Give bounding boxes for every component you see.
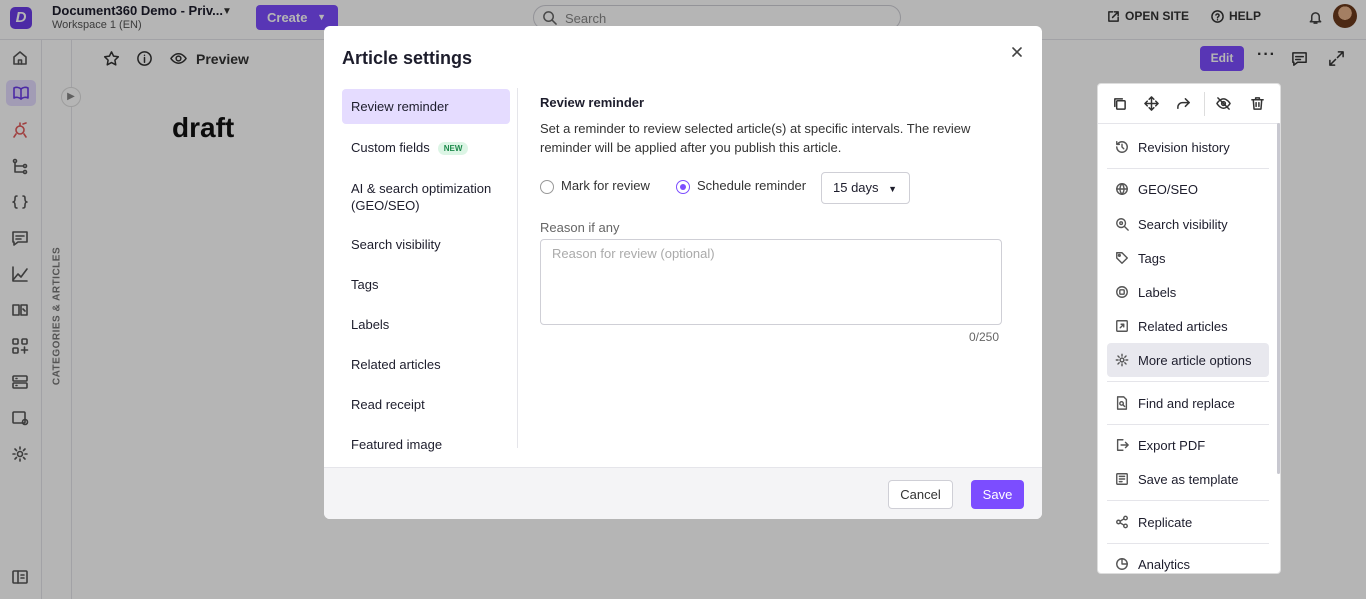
menu-item-label: Labels [1138,284,1177,300]
nav-labels[interactable]: Labels [342,317,510,332]
article-options-menu: Revision history GEO/SEO Search visibili… [1097,83,1281,574]
menu-item-label: Tags [1138,250,1166,266]
modal-divider [517,88,518,448]
character-counter: 0/250 [969,330,1000,344]
nav-label: Related articles [351,357,441,372]
mark-for-review-radio[interactable] [540,180,554,194]
menu-item-export-pdf[interactable]: Export PDF [1107,428,1269,462]
history-icon [1116,141,1128,153]
menu-divider [1107,381,1269,382]
reason-label: Reason if any [540,220,620,235]
globe-icon [1116,183,1128,195]
chevron-down-icon: ▼ [888,184,897,194]
article-options-toolbar [1098,84,1280,124]
related-articles-icon [1116,320,1128,332]
menu-divider [1107,500,1269,501]
article-settings-modal: Article settings Review reminder Custom … [324,26,1042,519]
label-icon [1116,286,1128,298]
nav-review-reminder[interactable]: Review reminder [342,89,510,124]
gear-icon [1115,353,1129,367]
menu-item-save-as-template[interactable]: Save as template [1107,462,1269,496]
replicate-icon [1116,515,1128,529]
save-button[interactable]: Save [971,480,1024,509]
menu-item-replicate[interactable]: Replicate [1107,505,1269,539]
nav-label: AI & search optimization (GEO/SEO) [351,181,492,213]
share-icon[interactable] [1176,96,1191,111]
menu-item-more-article-options[interactable]: More article options [1107,343,1269,377]
interval-value: 15 days [833,180,879,195]
nav-label: Tags [351,277,379,292]
menu-item-label: More article options [1138,352,1252,368]
menu-item-tags[interactable]: Tags [1107,241,1269,275]
nav-ai-search-optimization[interactable]: AI & search optimization (GEO/SEO) [342,180,502,214]
nav-label: Featured image [351,437,443,452]
menu-item-labels[interactable]: Labels [1107,275,1269,309]
nav-label: Search visibility [351,237,441,252]
menu-item-label: Export PDF [1138,437,1206,453]
nav-tags[interactable]: Tags [342,277,510,292]
nav-label: Read receipt [351,397,425,412]
menu-item-label: GEO/SEO [1138,181,1198,197]
menu-divider [1107,424,1269,425]
search-visibility-icon [1116,218,1129,231]
schedule-reminder-radio[interactable] [676,180,690,194]
cancel-button[interactable]: Cancel [888,480,953,509]
modal-footer: Cancel Save [324,467,1042,519]
menu-item-label: Revision history [1138,139,1230,155]
menu-scrollbar[interactable] [1277,123,1280,474]
close-icon[interactable] [1009,44,1025,60]
menu-divider [1107,168,1269,169]
menu-divider [1107,543,1269,544]
nav-custom-fields[interactable]: Custom fields NEW [342,140,510,155]
mark-for-review-label[interactable]: Mark for review [561,178,650,193]
duplicate-icon[interactable] [1112,96,1127,111]
section-description: Set a reminder to review selected articl… [540,121,971,155]
nav-label: Labels [351,317,390,332]
menu-item-search-visibility[interactable]: Search visibility [1107,207,1269,241]
menu-item-geo-seo[interactable]: GEO/SEO [1107,172,1269,206]
schedule-reminder-label[interactable]: Schedule reminder [697,178,806,193]
reason-input[interactable] [540,239,1002,325]
interval-select[interactable]: 15 days ▼ [821,172,910,204]
find-replace-icon [1116,396,1128,410]
nav-related-articles[interactable]: Related articles [342,357,510,372]
analytics-icon [1116,558,1128,570]
menu-item-label: Replicate [1138,514,1193,530]
tag-icon [1116,252,1128,264]
delete-icon[interactable] [1250,96,1265,111]
nav-featured-image[interactable]: Featured image [342,437,510,452]
menu-item-label: Find and replace [1138,395,1235,411]
menu-item-revision-history[interactable]: Revision history [1107,130,1269,164]
toolbar-divider [1204,92,1205,116]
nav-label: Custom fields [351,140,430,155]
nav-read-receipt[interactable]: Read receipt [342,397,510,412]
nav-label: Review reminder [351,99,449,114]
hide-icon[interactable] [1216,96,1231,111]
menu-item-analytics[interactable]: Analytics [1107,547,1269,573]
menu-item-label: Analytics [1138,556,1191,572]
menu-item-related-articles[interactable]: Related articles [1107,309,1269,343]
template-icon [1116,473,1128,485]
menu-item-find-replace[interactable]: Find and replace [1107,386,1269,420]
menu-item-label: Search visibility [1138,216,1228,232]
section-heading: Review reminder [540,95,645,110]
menu-item-label: Save as template [1138,471,1239,487]
export-icon [1116,439,1129,451]
menu-item-label: Related articles [1138,318,1228,334]
nav-search-visibility[interactable]: Search visibility [342,237,510,252]
new-badge: NEW [437,142,469,155]
modal-title: Article settings [342,48,473,68]
move-icon[interactable] [1144,96,1159,111]
